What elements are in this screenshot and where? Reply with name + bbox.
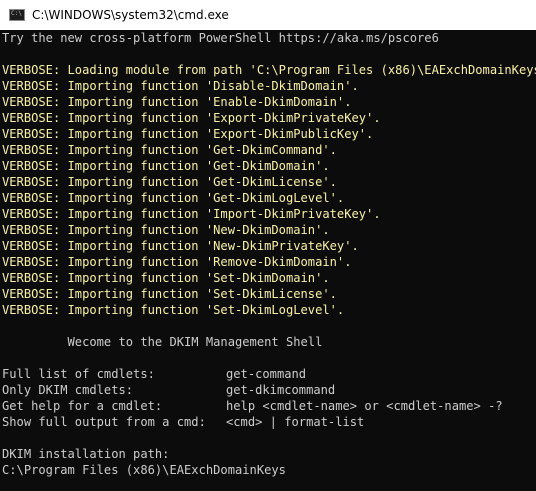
verbose-line: VERBOSE: Importing function 'Get-DkimDom… xyxy=(2,159,330,173)
verbose-line: VERBOSE: Importing function 'Export-Dkim… xyxy=(2,111,381,125)
verbose-line: VERBOSE: Importing function 'Set-DkimLic… xyxy=(2,287,337,301)
help-row: Get help for a cmdlet: help <cmdlet-name>… xyxy=(2,398,536,414)
help-row-label: Get help for a cmdlet: xyxy=(2,399,163,413)
verbose-line: VERBOSE: Importing function 'Get-DkimLic… xyxy=(2,175,337,189)
verbose-line: VERBOSE: Importing function 'New-DkimDom… xyxy=(2,223,330,237)
verbose-line: VERBOSE: Importing function 'Export-Dkim… xyxy=(2,127,374,141)
verbose-line: VERBOSE: Importing function 'Disable-Dki… xyxy=(2,79,359,93)
welcome-message: Wecome to the DKIM Management Shell xyxy=(2,335,323,349)
verbose-line: VERBOSE: Importing function 'Set-DkimDom… xyxy=(2,271,330,285)
help-row-label: Full list of cmdlets: xyxy=(2,367,155,381)
cmd-window: C:\ C:\WINDOWS\system32\cmd.exe Try the … xyxy=(0,0,536,491)
verbose-line: VERBOSE: Importing function 'Get-DkimLog… xyxy=(2,191,345,205)
verbose-line: VERBOSE: Importing function 'Enable-Dkim… xyxy=(2,95,352,109)
verbose-line: VERBOSE: Importing function 'Get-DkimCom… xyxy=(2,143,337,157)
install-path-label: DKIM installation path: xyxy=(2,447,170,461)
help-row: Full list of cmdlets: get-command xyxy=(2,366,536,382)
install-path-value: C:\Program Files (x86)\EAExchDomainKeys xyxy=(2,463,286,477)
help-row-command: get-dkimcommand xyxy=(226,383,336,397)
title-bar[interactable]: C:\ C:\WINDOWS\system32\cmd.exe xyxy=(0,0,536,30)
powershell-banner: Try the new cross-platform PowerShell ht… xyxy=(2,31,439,45)
console-output[interactable]: Try the new cross-platform PowerShell ht… xyxy=(0,30,536,491)
verbose-line: VERBOSE: Importing function 'Set-DkimLog… xyxy=(2,303,345,317)
cmd-icon[interactable]: C:\ xyxy=(9,9,25,21)
verbose-line: VERBOSE: Importing function 'Import-Dkim… xyxy=(2,207,381,221)
help-row-command: help <cmdlet-name> or <cmdlet-name> -? xyxy=(226,399,503,413)
help-row-label: Show full output from a cmd: xyxy=(2,415,206,429)
help-row-command: <cmd> | format-list xyxy=(226,415,365,429)
help-row-command: get-command xyxy=(226,367,307,381)
verbose-line: VERBOSE: Loading module from path 'C:\Pr… xyxy=(2,63,536,77)
help-row: Show full output from a cmd: <cmd> | form… xyxy=(2,414,536,430)
window-title: C:\WINDOWS\system32\cmd.exe xyxy=(32,8,229,22)
verbose-line: VERBOSE: Importing function 'New-DkimPri… xyxy=(2,239,359,253)
help-row: Only DKIM cmdlets: get-dkimcommand xyxy=(2,382,536,398)
verbose-line: VERBOSE: Importing function 'Remove-Dkim… xyxy=(2,255,352,269)
help-row-label: Only DKIM cmdlets: xyxy=(2,383,134,397)
cmd-icon-glyph: C:\ xyxy=(11,10,22,17)
